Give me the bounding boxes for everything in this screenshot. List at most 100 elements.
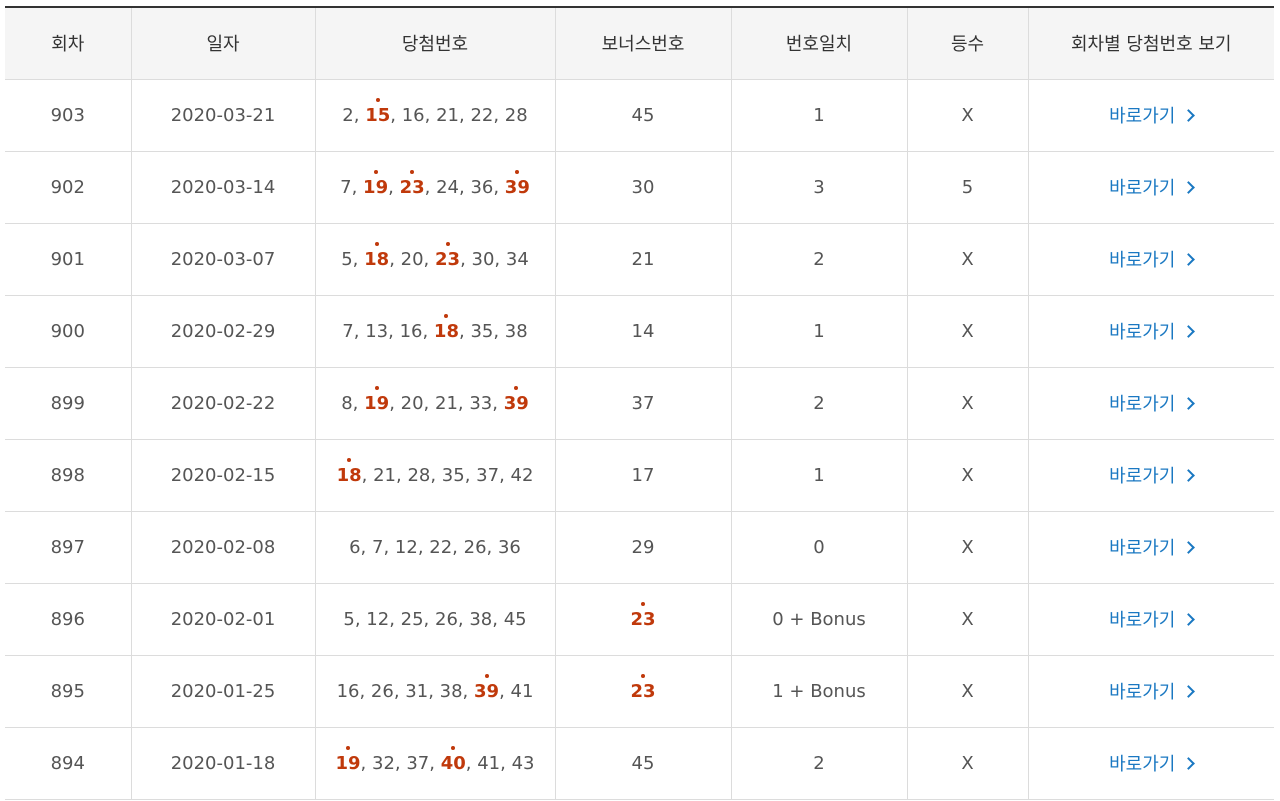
bonus-number-cell: 29: [554, 510, 732, 584]
chevron-right-icon: [1182, 469, 1196, 482]
number-separator: ,: [388, 176, 400, 198]
number-separator: ,: [353, 320, 366, 342]
rank-cell: X: [906, 726, 1029, 800]
winning-number: 35: [470, 320, 494, 342]
winning-number: 37: [406, 752, 430, 774]
bonus-number-hit: 23: [630, 601, 656, 630]
round-cell: 900: [5, 294, 132, 368]
number-separator: ,: [424, 176, 437, 198]
date-cell: 2020-02-15: [130, 438, 316, 512]
view-round-link[interactable]: 바로가기: [1109, 538, 1196, 559]
winning-numbers-cell: 6, 7, 12, 22, 26, 36: [314, 510, 556, 584]
winning-number: 30: [471, 248, 495, 270]
winning-number: 28: [504, 104, 528, 126]
view-round-link[interactable]: 바로가기: [1109, 394, 1196, 415]
winning-number: 12: [366, 608, 390, 630]
view-round-link[interactable]: 바로가기: [1109, 250, 1196, 271]
number-separator: ,: [500, 752, 512, 774]
number-separator: ,: [493, 104, 505, 126]
match-cell: 2: [730, 726, 908, 800]
bonus-number: 45: [631, 752, 655, 774]
bonus-number: 45: [631, 104, 655, 126]
winning-number: 38: [504, 320, 528, 342]
winning-number: 37: [476, 464, 500, 486]
round-cell: 901: [5, 222, 132, 296]
view-link-cell: 바로가기: [1027, 366, 1274, 440]
number-separator: ,: [457, 392, 470, 414]
winning-number: 31: [405, 680, 429, 702]
winning-number: 33: [469, 392, 493, 414]
header-bonus-number: 보너스번호: [554, 6, 732, 80]
view-round-link[interactable]: 바로가기: [1109, 322, 1196, 343]
view-round-link-label: 바로가기: [1109, 394, 1176, 415]
view-round-link[interactable]: 바로가기: [1109, 466, 1196, 487]
winning-number: 22: [470, 104, 494, 126]
number-separator: ,: [492, 608, 504, 630]
header-winning-numbers: 당첨번호: [314, 6, 556, 80]
round-cell: 896: [5, 582, 132, 656]
winning-number-hit: 19: [363, 169, 389, 198]
winning-numbers-cell: 19, 32, 37, 40, 41, 43: [314, 726, 556, 800]
number-separator: ,: [458, 320, 471, 342]
number-separator: ,: [389, 392, 401, 414]
winning-number-hit: 19: [335, 745, 361, 774]
number-separator: ,: [360, 752, 372, 774]
winning-numbers-cell: 5, 18, 20, 23, 30, 34: [314, 222, 556, 296]
winning-number: 24: [436, 176, 459, 198]
number-separator: ,: [429, 752, 441, 774]
view-link-cell: 바로가기: [1027, 438, 1274, 512]
view-round-link[interactable]: 바로가기: [1109, 106, 1196, 127]
bonus-number: 17: [631, 464, 655, 486]
match-cell: 2: [730, 366, 908, 440]
winning-number: 32: [372, 752, 395, 774]
number-separator: ,: [464, 464, 477, 486]
view-round-link-label: 바로가기: [1109, 250, 1176, 271]
view-round-link-label: 바로가기: [1109, 682, 1176, 703]
match-cell: 0 + Bonus: [730, 582, 908, 656]
view-round-link-label: 바로가기: [1109, 178, 1176, 199]
winning-number: 16: [399, 320, 423, 342]
winning-numbers-cell: 18, 21, 28, 35, 37, 42: [314, 438, 556, 512]
number-separator: ,: [462, 680, 474, 702]
bonus-number-cell: 30: [554, 150, 732, 224]
number-separator: ,: [494, 248, 506, 270]
match-cell: 1: [730, 78, 908, 152]
number-separator: ,: [493, 176, 505, 198]
view-round-link[interactable]: 바로가기: [1109, 178, 1196, 199]
date-cell: 2020-01-25: [130, 654, 316, 728]
rank-cell: X: [906, 438, 1029, 512]
number-separator: ,: [465, 752, 478, 774]
number-separator: ,: [458, 104, 471, 126]
date-cell: 2020-02-29: [130, 294, 316, 368]
winning-number: 7: [372, 536, 384, 558]
number-separator: ,: [457, 608, 470, 630]
bonus-number-cell: 14: [554, 294, 732, 368]
chevron-right-icon: [1182, 181, 1196, 194]
bonus-number: 21: [631, 248, 655, 270]
view-round-link[interactable]: 바로가기: [1109, 754, 1196, 775]
number-separator: ,: [422, 320, 434, 342]
view-link-cell: 바로가기: [1027, 510, 1274, 584]
match-cell: 0: [730, 510, 908, 584]
bonus-number-cell: 21: [554, 222, 732, 296]
number-separator: ,: [423, 392, 435, 414]
chevron-right-icon: [1182, 541, 1196, 554]
winning-number: 7: [342, 320, 354, 342]
table-row: 900 2020-02-29 7, 13, 16, 18, 35, 38 14 1 X 바로…: [5, 294, 1274, 368]
number-separator: ,: [486, 536, 498, 558]
winning-number-hit: 40: [440, 745, 466, 774]
winning-number: 5: [341, 248, 353, 270]
rank-cell: 5: [906, 150, 1029, 224]
view-round-link[interactable]: 바로가기: [1109, 610, 1196, 631]
chevron-right-icon: [1182, 613, 1196, 626]
winning-numbers-cell: 16, 26, 31, 38, 39, 41: [314, 654, 556, 728]
rank-cell: X: [906, 366, 1029, 440]
number-separator: ,: [351, 176, 364, 198]
view-round-link[interactable]: 바로가기: [1109, 682, 1196, 703]
winning-numbers-cell: 2, 15, 16, 21, 22, 28: [314, 78, 556, 152]
view-link-cell: 바로가기: [1027, 294, 1274, 368]
winning-number: 13: [365, 320, 389, 342]
view-round-link-label: 바로가기: [1109, 466, 1176, 487]
winning-number: 43: [511, 752, 535, 774]
winning-number-hit: 39: [503, 385, 529, 414]
